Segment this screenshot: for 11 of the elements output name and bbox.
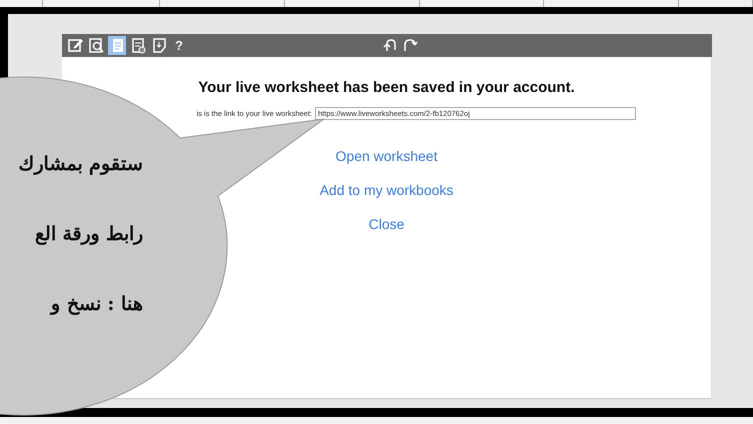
redo-icon[interactable] bbox=[402, 37, 418, 53]
undo-icon[interactable] bbox=[382, 37, 398, 53]
dialog-link[interactable]: Close bbox=[368, 216, 404, 232]
magnifier-document-icon[interactable] bbox=[87, 36, 105, 55]
help-button[interactable]: ? bbox=[175, 36, 183, 56]
callout-text: هنا : نسخ و bbox=[51, 292, 143, 317]
callout-text: ستقوم بمشارك bbox=[18, 152, 143, 177]
saved-message-heading: Your live worksheet has been saved in your account. bbox=[198, 79, 575, 97]
callout-text: رابط ورقة الع bbox=[34, 222, 143, 247]
dialog-link[interactable]: Open worksheet bbox=[336, 148, 438, 165]
dialog-link[interactable]: Add to my workbooks bbox=[320, 182, 454, 199]
